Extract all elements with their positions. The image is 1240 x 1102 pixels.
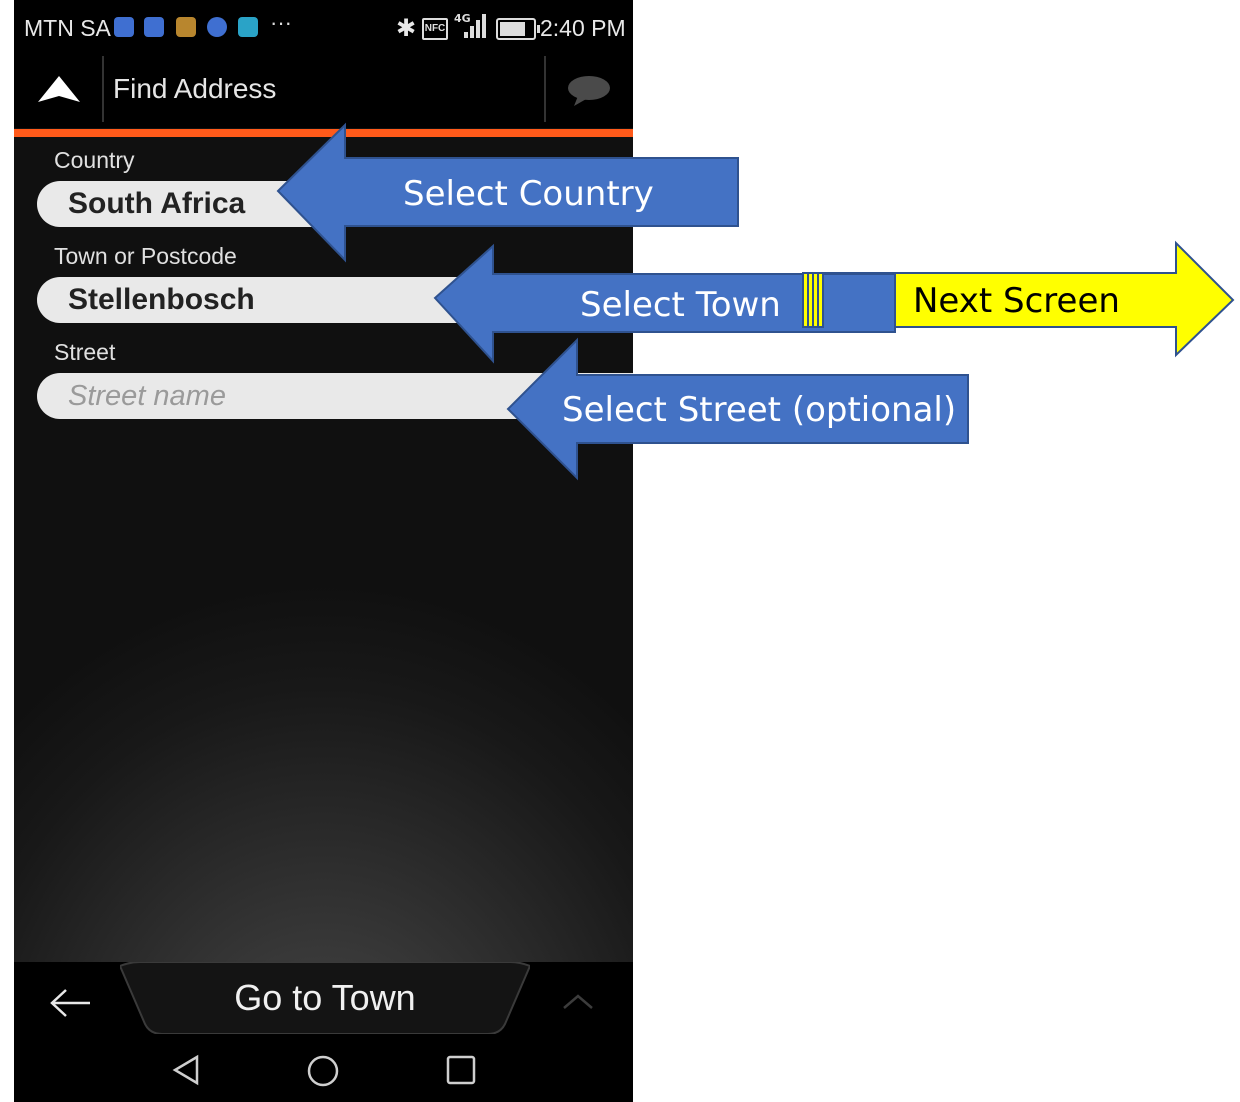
annotation-layer	[276, 122, 1235, 481]
next-screen-annotation: Next Screen	[913, 281, 1120, 321]
select-street-annotation: Select Street (optional)	[562, 390, 957, 430]
select-town-annotation: Select Town	[580, 285, 781, 325]
select-country-annotation: Select Country	[403, 174, 654, 214]
